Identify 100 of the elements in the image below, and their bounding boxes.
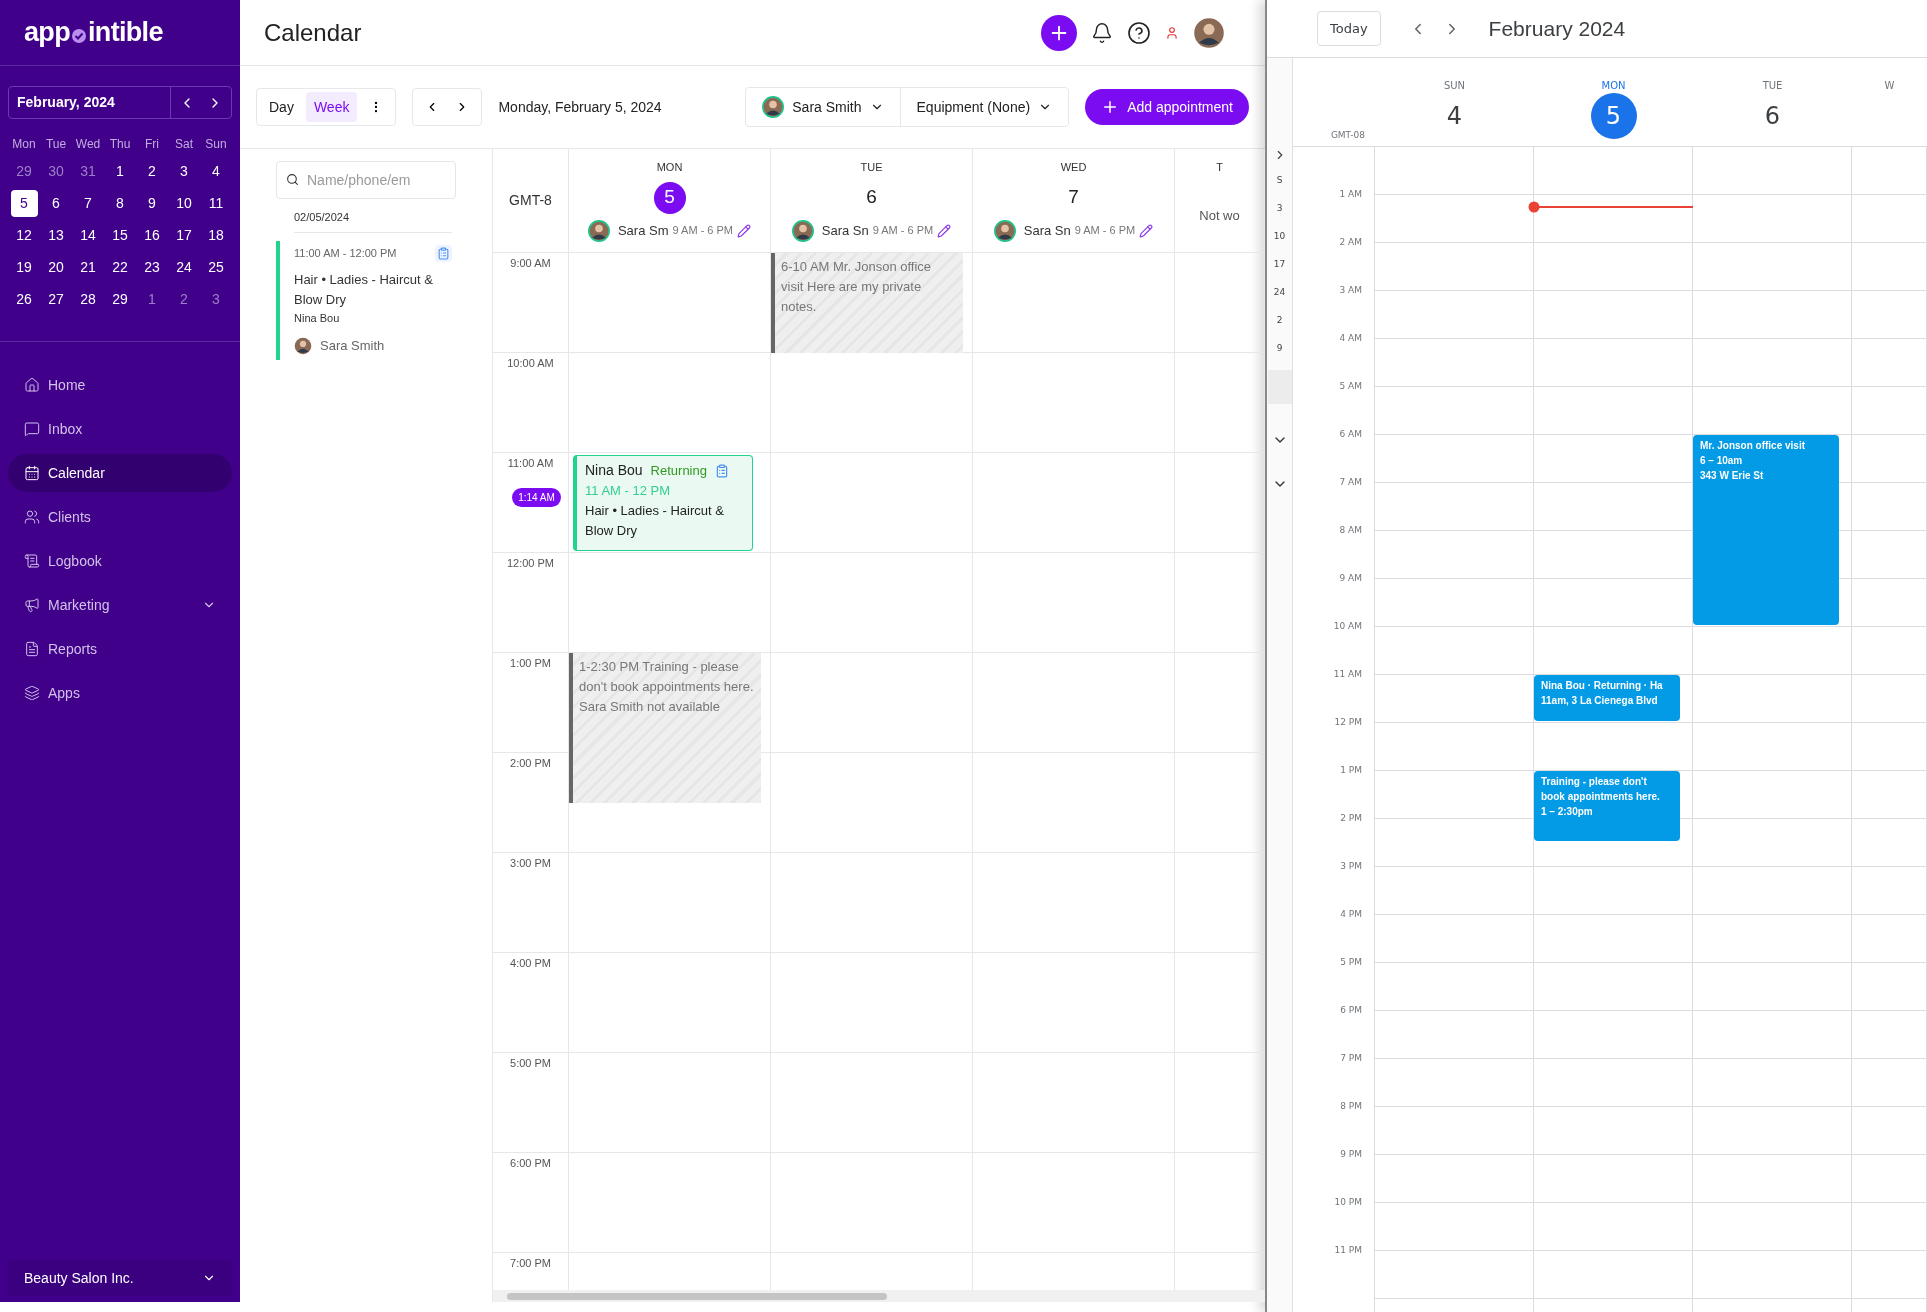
calendar-day[interactable]: 5 <box>10 189 38 217</box>
pencil-icon[interactable] <box>1139 223 1154 238</box>
weekday-label: MON <box>656 160 683 175</box>
weekday-label: Wed <box>74 136 102 153</box>
add-button[interactable] <box>1041 14 1077 51</box>
appointment-service: Hair • Ladies - Haircut & Blow Dry <box>585 501 725 540</box>
hour-label: 4:00 PM <box>510 956 551 971</box>
avatar-icon <box>1193 16 1225 49</box>
check-circle-logo-icon <box>71 27 87 44</box>
calendar-day[interactable]: 6 <box>42 189 70 217</box>
nav-item[interactable]: Reports <box>8 630 232 668</box>
weekday-label: W <box>1884 79 1895 93</box>
nav-item[interactable]: Logbook <box>8 542 232 580</box>
search-field[interactable]: Name/phone/em <box>276 161 456 199</box>
appointment-client: Nina Bou <box>294 310 341 326</box>
agenda-appointment[interactable]: 11:00 AM - 12:00 PM Hair • Ladies - Haircut & Blow Dry Nina Bou Sara Smith <box>276 240 456 360</box>
calendar-day[interactable]: 11 <box>202 189 230 217</box>
blocked-time-block[interactable]: 1-2:30 PM Training - please don't book appointments here. Sara Smith not available <box>569 653 761 803</box>
calendar-day[interactable]: 3 <box>170 157 198 185</box>
logo-text: app intible <box>24 16 163 50</box>
timezone-label: GMT-8 <box>509 191 552 210</box>
help-icon[interactable] <box>1127 20 1151 45</box>
nav-item[interactable]: Clients <box>8 498 232 536</box>
calendar-day[interactable]: 28 <box>74 285 102 313</box>
calendar-day[interactable]: 3 <box>202 285 230 313</box>
calendar-day[interactable]: 13 <box>42 221 70 249</box>
calendar-day[interactable]: 17 <box>170 221 198 249</box>
weekday-label: TUE <box>860 160 883 175</box>
appointment-card[interactable]: Nina Bou Returning 11 AM - 12 PM Hair • Ladies - Haircut & Blow Dry <box>573 455 753 551</box>
working-hours: 9 AM - 6 PM <box>672 223 734 239</box>
working-hours: 9 AM - 6 PM <box>872 223 934 239</box>
pencil-icon[interactable] <box>937 223 952 238</box>
hour-label: 11 PM <box>1334 1244 1362 1257</box>
event-text: Training - please don't <box>1541 775 1648 789</box>
calendar-day[interactable]: 23 <box>138 253 166 281</box>
hour-label: 12:00 PM <box>506 556 555 571</box>
calendar-day[interactable]: 31 <box>74 157 102 185</box>
calendar-day[interactable]: 7 <box>74 189 102 217</box>
hour-label: 12 PM <box>1334 716 1362 729</box>
view-tab[interactable]: Week <box>305 92 358 122</box>
event-text: 1 – 2:30pm <box>1541 805 1594 819</box>
calendar-day[interactable]: 21 <box>74 253 102 281</box>
calendar-day[interactable]: 14 <box>74 221 102 249</box>
calendar-day[interactable]: 8 <box>106 189 134 217</box>
nav-item[interactable]: Marketing <box>8 586 232 624</box>
calendar-day[interactable]: 26 <box>10 285 38 313</box>
nav-item[interactable]: Inbox <box>8 410 232 448</box>
calendar-day[interactable]: 12 <box>10 221 38 249</box>
calendar-day[interactable]: 27 <box>42 285 70 313</box>
weekday-label: Sat <box>174 136 194 153</box>
strip-label: 3 <box>1276 202 1283 215</box>
calendar-day[interactable]: 20 <box>42 253 70 281</box>
add-appointment-button[interactable]: Add appointment <box>1085 89 1249 125</box>
staff-name: Sara Smith <box>320 337 385 355</box>
weekday-label: Mon <box>11 136 37 153</box>
view-tab[interactable]: Day <box>261 92 302 122</box>
calendar-day[interactable]: 25 <box>202 253 230 281</box>
hour-label: 1:00 PM <box>510 656 551 671</box>
calendar-day[interactable]: 19 <box>10 253 38 281</box>
calendar-day[interactable]: 2 <box>170 285 198 313</box>
calendar-day[interactable]: 24 <box>170 253 198 281</box>
calendar-day[interactable]: 4 <box>202 157 230 185</box>
date-number: 5 <box>653 181 686 214</box>
pencil-icon[interactable] <box>737 223 752 238</box>
blocked-time-block[interactable]: 6-10 AM Mr. Jonson office visit Here are my private notes. <box>771 253 963 353</box>
hour-label: 9 PM <box>1340 1148 1362 1161</box>
hour-label: 7 PM <box>1340 1052 1362 1065</box>
strip-label: 17 <box>1273 258 1286 271</box>
calendar-day[interactable]: 29 <box>106 285 134 313</box>
page-title: Calendar <box>264 17 363 48</box>
calendar-day[interactable]: 9 <box>138 189 166 217</box>
horizontal-scrollbar[interactable] <box>493 1290 1265 1302</box>
hour-label: 4 AM <box>1339 332 1362 345</box>
month-label: February, 2024 <box>16 93 116 112</box>
weekday-label: Fri <box>144 136 160 153</box>
hour-label: 1 AM <box>1339 188 1362 201</box>
current-date: Monday, February 5, 2024 <box>498 97 663 117</box>
business-selector[interactable]: Beauty Salon Inc. <box>8 1260 232 1296</box>
nav-item[interactable]: Home <box>8 366 232 404</box>
bell-icon[interactable] <box>1091 21 1113 44</box>
calendar-day[interactable]: 10 <box>170 189 198 217</box>
staff-name: Sara Sm <box>617 221 669 240</box>
calendar-day[interactable]: 29 <box>10 157 38 185</box>
calendar-day[interactable]: 30 <box>42 157 70 185</box>
nav-item[interactable]: Calendar <box>8 454 232 492</box>
calendar-day[interactable]: 16 <box>138 221 166 249</box>
hour-label: 4 PM <box>1340 908 1362 921</box>
calendar-day[interactable]: 15 <box>106 221 134 249</box>
calendar-icon <box>24 465 40 481</box>
today-button[interactable]: Today <box>1317 11 1381 46</box>
working-hours: 9 AM - 6 PM <box>1074 223 1136 239</box>
calendar-day[interactable]: 1 <box>106 157 134 185</box>
nav-item[interactable]: Apps <box>8 674 232 712</box>
calendar-day[interactable]: 1 <box>138 285 166 313</box>
hour-label: 10 PM <box>1334 1196 1362 1209</box>
weekday-label: WED <box>1060 160 1087 175</box>
calendar-day[interactable]: 18 <box>202 221 230 249</box>
calendar-day[interactable]: 2 <box>138 157 166 185</box>
calendar-day[interactable]: 22 <box>106 253 134 281</box>
person-icon[interactable] <box>1165 25 1179 40</box>
